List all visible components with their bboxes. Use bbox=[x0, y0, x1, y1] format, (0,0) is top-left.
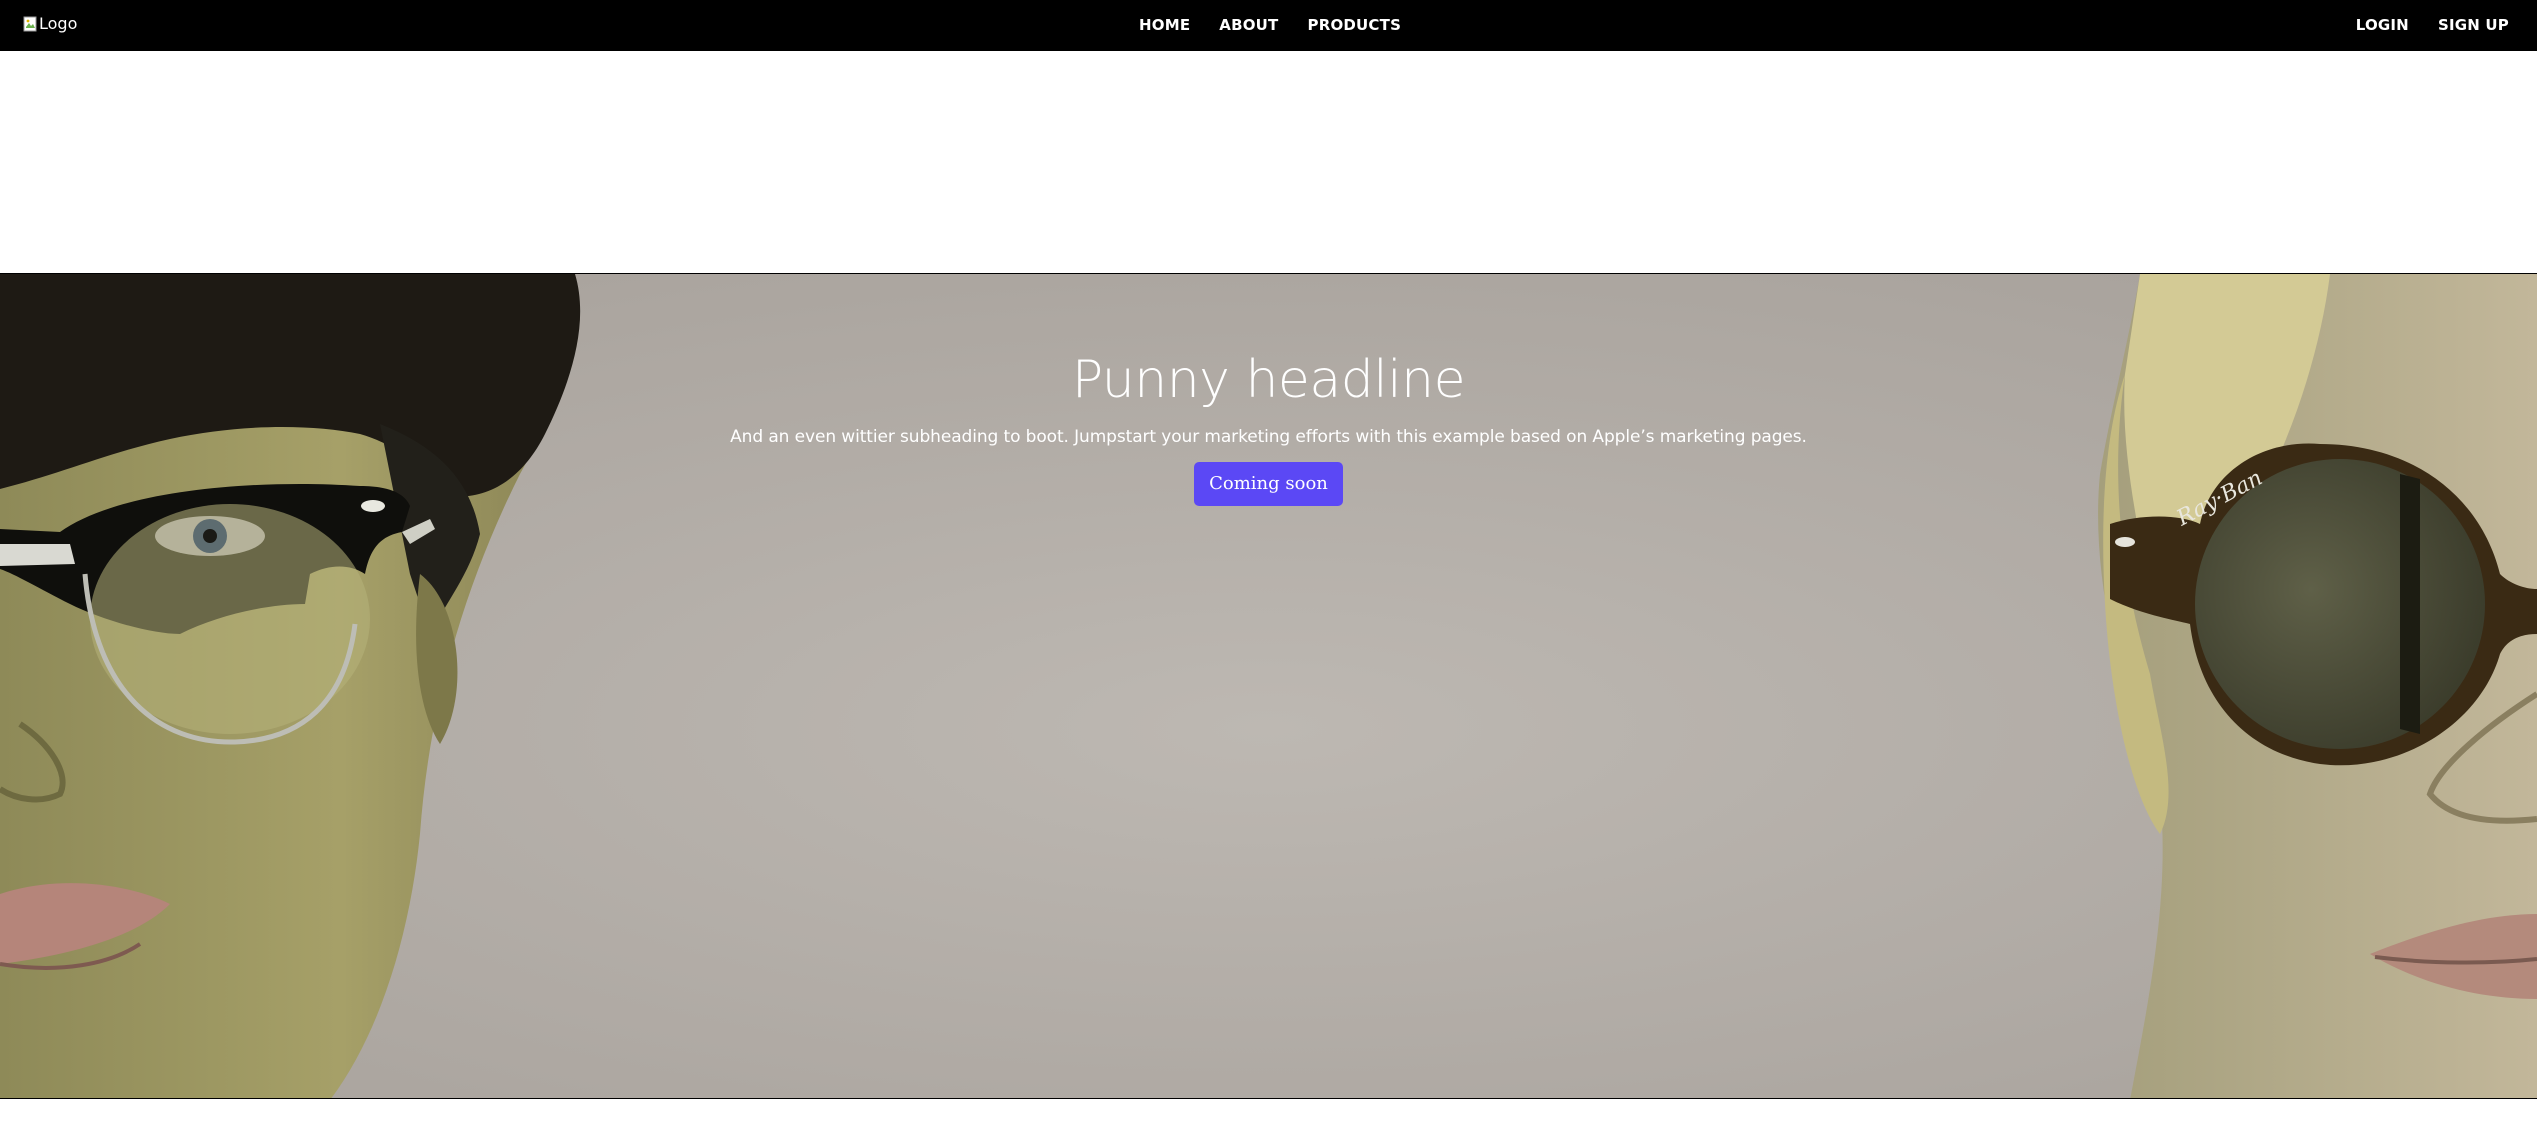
nav-products-link[interactable]: PRODUCTS bbox=[1308, 16, 1402, 34]
coming-soon-button[interactable]: Coming soon bbox=[1194, 462, 1343, 506]
top-navbar: Logo HOME ABOUT PRODUCTS LOGIN SIGN UP bbox=[0, 0, 2537, 51]
logo[interactable]: Logo bbox=[23, 14, 77, 33]
nav-about-link[interactable]: ABOUT bbox=[1219, 16, 1278, 34]
footer-strip bbox=[0, 1099, 2537, 1133]
nav-home-link[interactable]: HOME bbox=[1139, 16, 1190, 34]
hero-title: Punny headline bbox=[1071, 350, 1466, 410]
hero-section: Ray·Ban Punny headline And an even witti… bbox=[0, 273, 2537, 1099]
broken-image-icon bbox=[23, 16, 37, 31]
hero-content: Punny headline And an even wittier subhe… bbox=[0, 348, 2537, 506]
logo-alt-text: Logo bbox=[39, 14, 78, 33]
login-link[interactable]: LOGIN bbox=[2356, 16, 2409, 34]
hero-subtitle: And an even wittier subheading to boot. … bbox=[730, 427, 1807, 447]
main-nav: HOME ABOUT PRODUCTS bbox=[1139, 16, 1401, 34]
signup-link[interactable]: SIGN UP bbox=[2438, 16, 2509, 34]
auth-nav: LOGIN SIGN UP bbox=[2356, 16, 2509, 34]
blank-spacer bbox=[0, 51, 2537, 273]
